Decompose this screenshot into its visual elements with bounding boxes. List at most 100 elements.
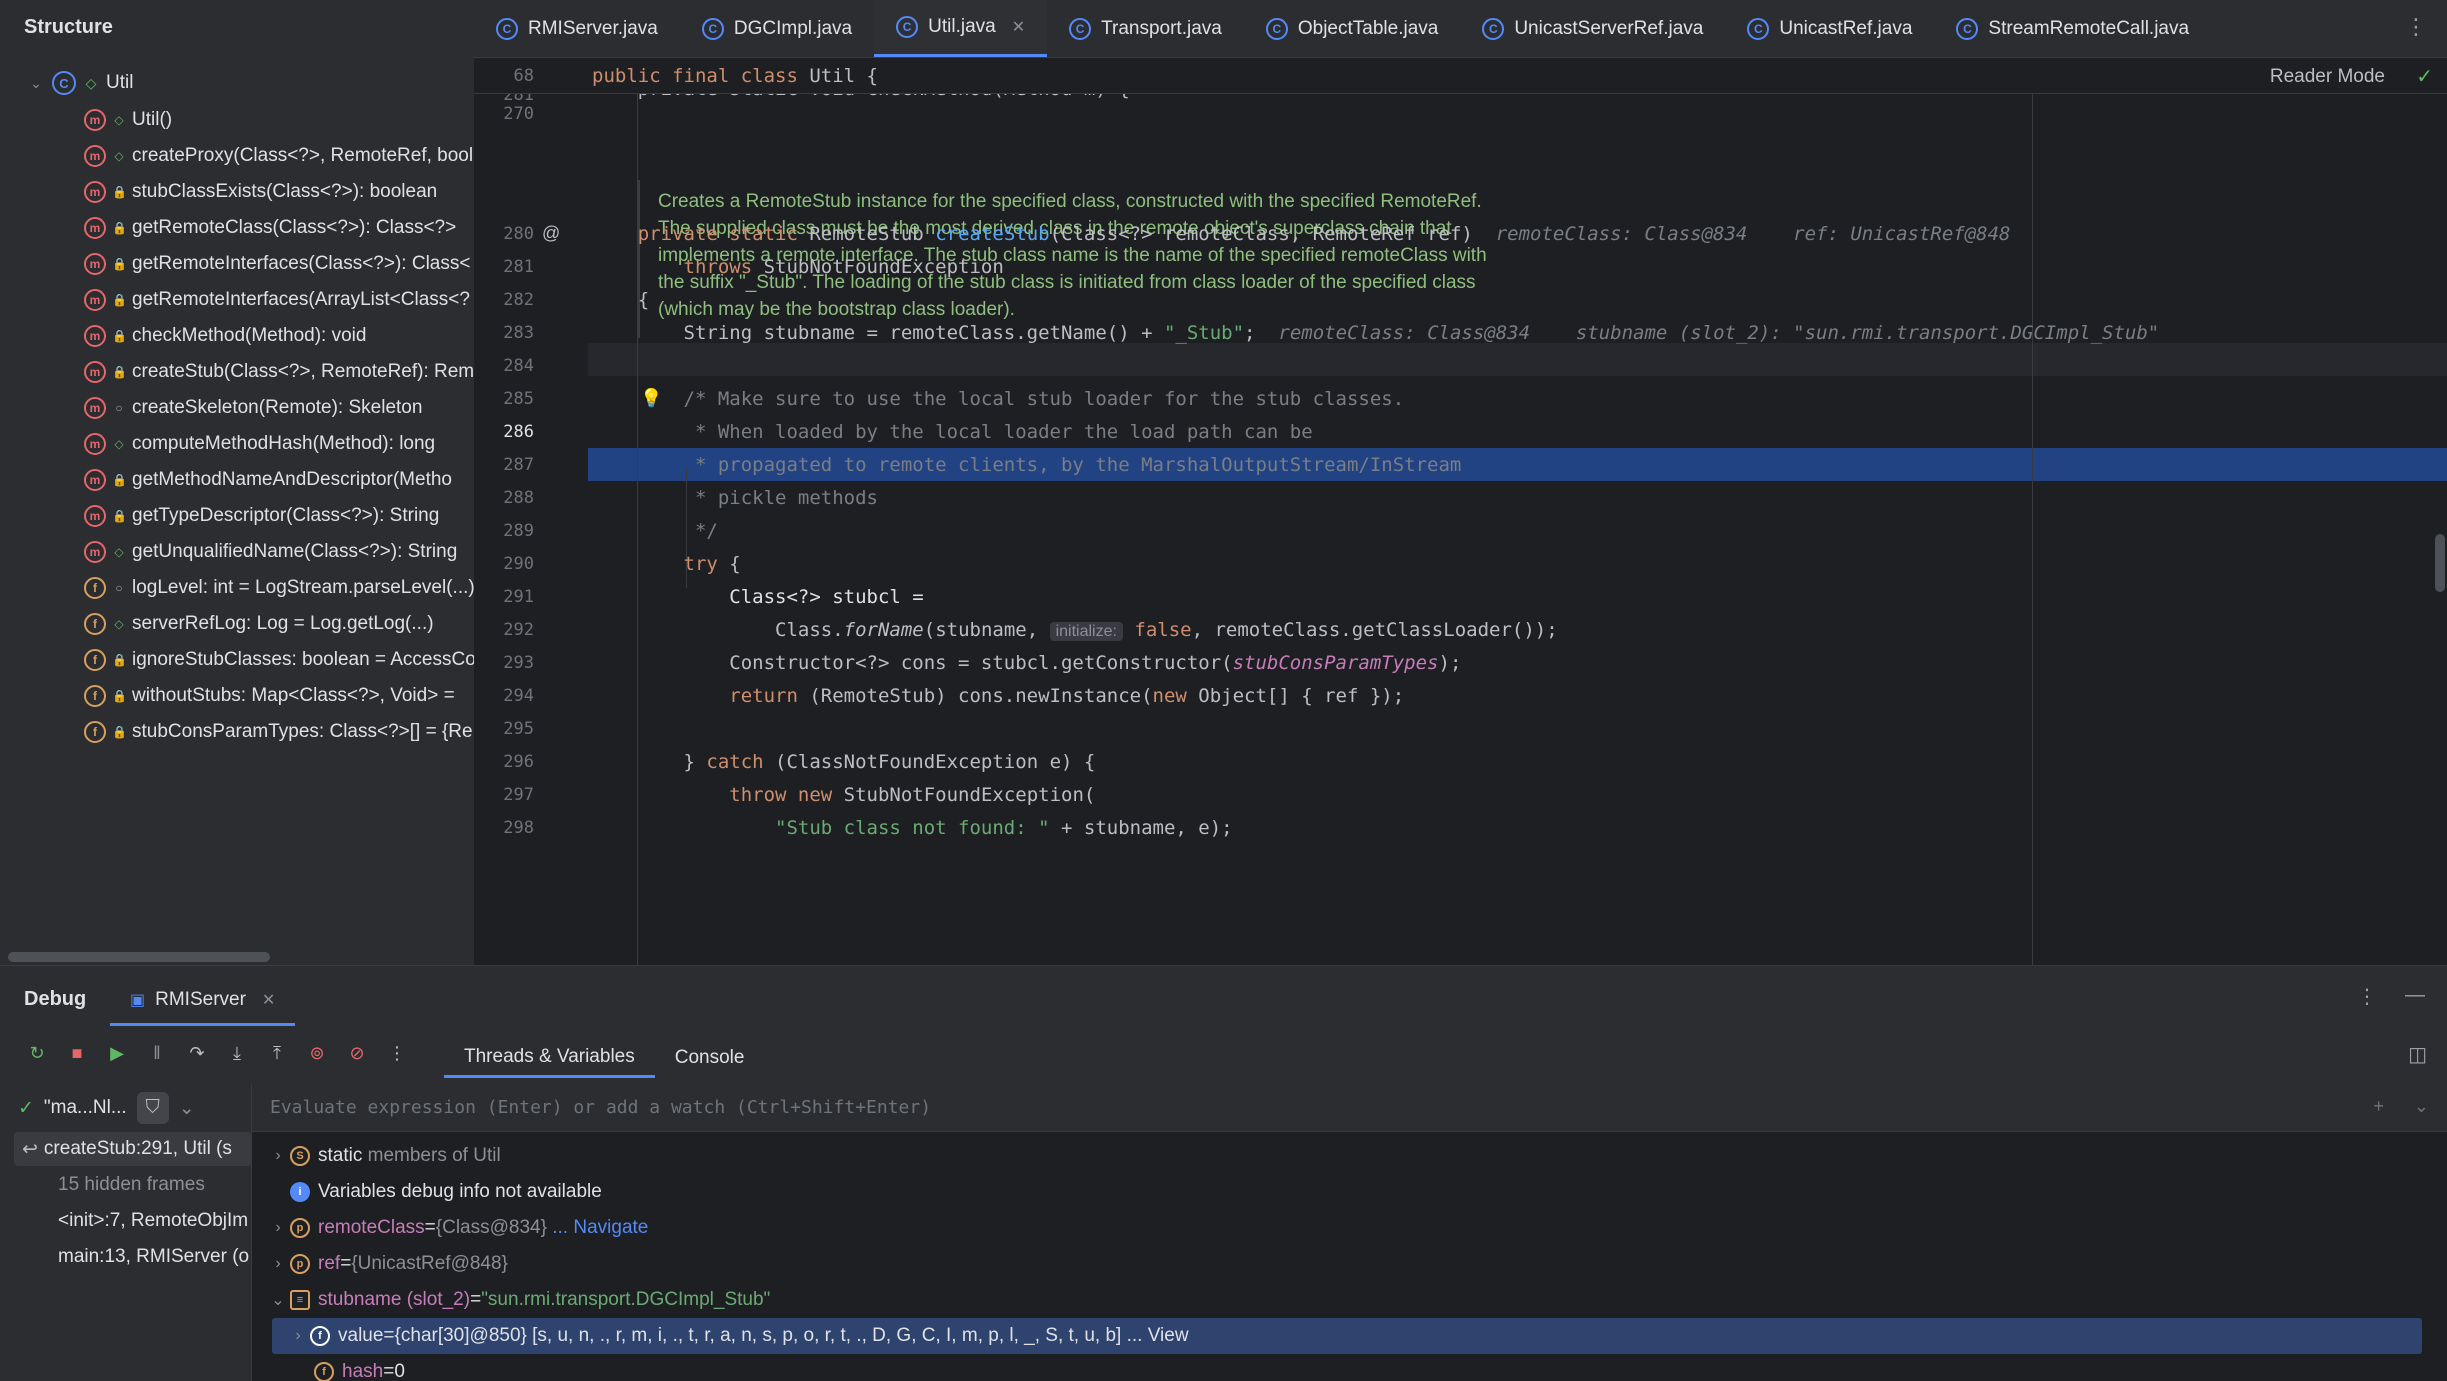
thread-label: "ma...Nl... [43, 1097, 127, 1118]
equals: = [424, 1217, 436, 1238]
evaluate-expression-input[interactable]: Evaluate expression (Enter) or add a wat… [252, 1084, 2447, 1132]
var-name: static [318, 1145, 363, 1166]
thread-selector[interactable]: ✓ "ma...Nl... ⛉ ⌄ [18, 1092, 195, 1124]
vertical-scrollbar[interactable] [2435, 534, 2445, 592]
chevron-down-icon[interactable]: ⌄ [179, 1097, 195, 1120]
chevron-right-icon[interactable]: › [266, 1219, 290, 1237]
structure-item-label: getRemoteInterfaces(Class<?>): Class< [132, 253, 471, 274]
structure-item[interactable]: f 🔒 stubConsParamTypes: Class<?>[] = {Re [84, 714, 474, 750]
reader-mode-button[interactable]: Reader Mode [2270, 66, 2385, 88]
field-icon: f [84, 685, 106, 707]
structure-item[interactable]: m 🔒 getRemoteClass(Class<?>): Class<?> [84, 210, 474, 246]
tab-file[interactable]: C UnicastServerRef.java [1460, 0, 1725, 57]
private-visibility-icon: 🔒 [112, 257, 127, 271]
var-value: {char[30]@850} [s, u, n, ., r, m, i, ., … [394, 1325, 1122, 1346]
tab-file[interactable]: C ObjectTable.java [1244, 0, 1460, 57]
equals: = [383, 1325, 395, 1346]
private-visibility-icon: 🔒 [112, 509, 127, 523]
structure-item[interactable]: m 🔒 getMethodNameAndDescriptor(Metho [84, 462, 474, 498]
structure-item[interactable]: f 🔒 withoutStubs: Map<Class<?>, Void> = [84, 678, 474, 714]
structure-item[interactable]: m 🔒 stubClassExists(Class<?>): boolean [84, 174, 474, 210]
tab-console[interactable]: Console [655, 1038, 765, 1078]
tab-file[interactable]: C RMIServer.java [474, 0, 680, 57]
tab-file[interactable]: C Transport.java [1047, 0, 1244, 57]
step-into-icon[interactable]: ⤓ [224, 1040, 250, 1066]
chevron-right-icon[interactable]: › [286, 1327, 310, 1345]
structure-item[interactable]: m ◇ Util() [84, 102, 474, 138]
stack-frame[interactable]: ↩ createStub:291, Util (s [14, 1132, 252, 1166]
more-actions-icon[interactable]: ⋮ [384, 1040, 410, 1066]
chevron-down-icon[interactable]: ⌄ [28, 75, 44, 92]
layout-settings-icon[interactable]: ◫ [2408, 1042, 2427, 1067]
navigate-link[interactable]: ... Navigate [552, 1217, 648, 1239]
debug-toolbar: ↻ ■ ▶ ‖ ↷ ⤓ ⤒ ⊚ ⊘ ⋮ [24, 1040, 410, 1066]
variable-row-ref[interactable]: › p ref = {UnicastRef@848} [266, 1246, 2446, 1282]
tree-root-util[interactable]: ⌄ C ◇ Util [28, 68, 133, 98]
structure-item[interactable]: m 🔒 getRemoteInterfaces(Class<?>): Class< [84, 246, 474, 282]
structure-item-label: getRemoteClass(Class<?>): Class<?> [132, 217, 457, 238]
private-visibility-icon: 🔒 [112, 725, 127, 739]
structure-item[interactable]: f ◇ serverRefLog: Log = Log.getLog(...) [84, 606, 474, 642]
structure-item[interactable]: m ○ createSkeleton(Remote): Skeleton [84, 390, 474, 426]
tab-threads-variables[interactable]: Threads & Variables [444, 1038, 655, 1078]
stop-icon[interactable]: ■ [64, 1040, 90, 1066]
view-link[interactable]: ... View [1127, 1325, 1189, 1347]
line-number: 287 [503, 454, 534, 475]
filter-icon[interactable]: ⛉ [136, 1092, 169, 1124]
variable-row-value[interactable]: › f value = {char[30]@850} [s, u, n, ., … [272, 1318, 2422, 1354]
step-out-icon[interactable]: ⤒ [264, 1040, 290, 1066]
structure-item[interactable]: f ○ logLevel: int = LogStream.parseLevel(.… [84, 570, 474, 606]
variable-row-stubname[interactable]: ⌄ ≡ stubname (slot_2) = "sun.rmi.transpo… [266, 1282, 2446, 1318]
variable-row-static[interactable]: › S static members of Util [266, 1138, 2446, 1174]
variable-row-hash[interactable]: f hash = 0 [314, 1354, 2447, 1381]
close-icon[interactable]: ✕ [1012, 17, 1025, 37]
close-icon[interactable]: ✕ [262, 990, 275, 1010]
var-value: 0 [394, 1361, 405, 1381]
tab-file[interactable]: C Util.java ✕ [874, 0, 1048, 57]
pause-icon[interactable]: ‖ [144, 1040, 170, 1066]
tab-label: UnicastRef.java [1779, 17, 1913, 39]
resume-icon[interactable]: ▶ [104, 1040, 130, 1066]
code-editor[interactable]: 68 public final class Util { Reader Mode… [474, 58, 2447, 965]
more-options-icon[interactable]: ⋮ [2357, 984, 2377, 1009]
horizontal-scrollbar[interactable] [8, 952, 270, 962]
mute-breakpoints-icon[interactable]: ⊘ [344, 1040, 370, 1066]
code-line: 297 throw new StubNotFoundException( [474, 778, 2447, 811]
structure-item[interactable]: m ◇ createProxy(Class<?>, RemoteRef, bool [84, 138, 474, 174]
rerun-icon[interactable]: ↻ [24, 1040, 50, 1066]
chevron-down-icon[interactable]: ⌄ [2414, 1096, 2429, 1117]
variable-row-remoteClass[interactable]: › p remoteClass = {Class@834} ... Naviga… [266, 1210, 2446, 1246]
add-watch-icon[interactable]: + [2373, 1096, 2384, 1117]
structure-item[interactable]: m ◇ computeMethodHash(Method): long [84, 426, 474, 462]
chevron-down-icon[interactable]: ⌄ [266, 1290, 290, 1310]
tab-file[interactable]: C UnicastRef.java [1725, 0, 1934, 57]
structure-panel: Structure ⌄ C ◇ Util m ◇ Util() m ◇ createPro… [0, 0, 474, 965]
debug-header: Debug ▣ RMIServer ✕ ⋮ — [0, 966, 2447, 1026]
tab-file[interactable]: C StreamRemoteCall.java [1934, 0, 2211, 57]
structure-item[interactable]: m ◇ getUnqualifiedName(Class<?>): String [84, 534, 474, 570]
line-number: 284 [503, 355, 534, 376]
structure-item[interactable]: f 🔒 ignoreStubClasses: boolean = AccessCo [84, 642, 474, 678]
view-breakpoints-icon[interactable]: ⊚ [304, 1040, 330, 1066]
structure-item[interactable]: m 🔒 getRemoteInterfaces(ArrayList<Class<? [84, 282, 474, 318]
tab-file[interactable]: C DGCImpl.java [680, 0, 874, 57]
debug-session-tab[interactable]: ▣ RMIServer ✕ [110, 976, 296, 1026]
minimize-icon[interactable]: — [2405, 984, 2425, 1009]
structure-item[interactable]: m 🔒 checkMethod(Method): void [84, 318, 474, 354]
code-text: try { [592, 552, 741, 575]
more-tabs-icon[interactable]: ⋮ [2405, 14, 2427, 40]
code-line: 295 [474, 712, 2447, 745]
method-icon: m [84, 253, 106, 275]
line-number: 298 [503, 817, 534, 838]
class-icon: C [52, 71, 76, 95]
override-at-icon[interactable]: @ [542, 223, 560, 244]
line-number: 297 [503, 784, 534, 805]
structure-item[interactable]: m 🔒 createStub(Class<?>, RemoteRef): Rem [84, 354, 474, 390]
step-over-icon[interactable]: ↷ [184, 1040, 210, 1066]
chevron-right-icon[interactable]: › [266, 1255, 290, 1273]
code-line: 282 { [474, 283, 2447, 316]
structure-item[interactable]: m 🔒 getTypeDescriptor(Class<?>): String [84, 498, 474, 534]
chevron-right-icon[interactable]: › [266, 1147, 290, 1165]
java-class-icon: C [496, 17, 518, 40]
line-number: 293 [503, 652, 534, 673]
